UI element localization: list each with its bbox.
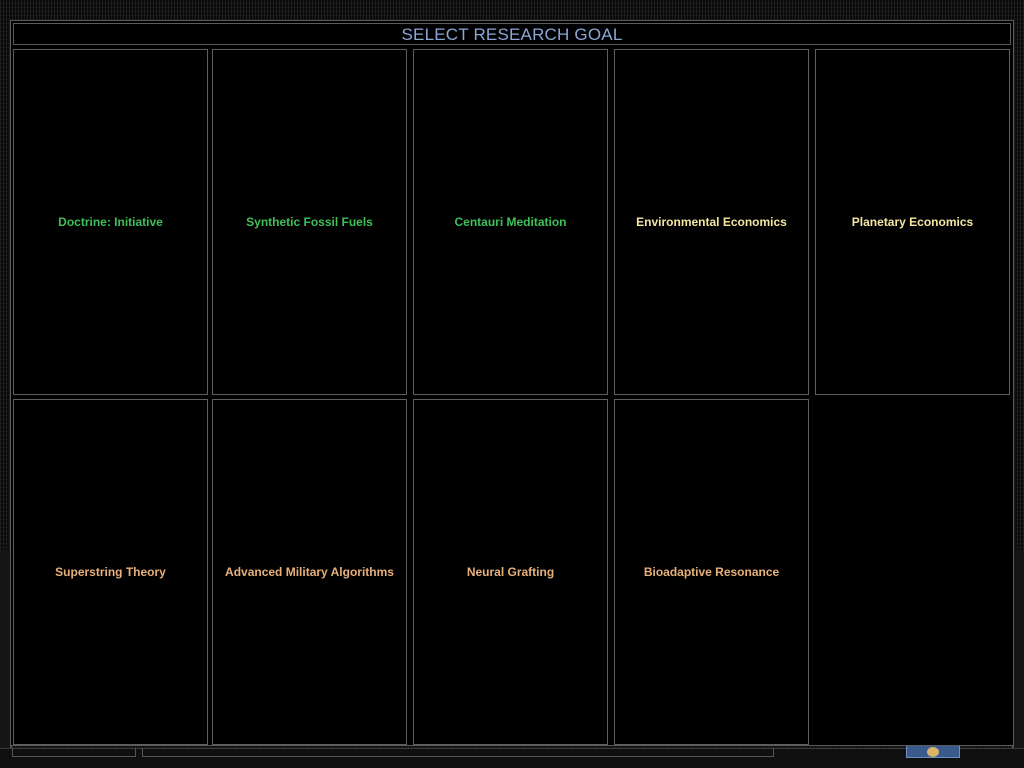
goal-label: Centauri Meditation	[454, 215, 567, 229]
goal-planetary-economics[interactable]: Planetary Economics	[815, 49, 1010, 395]
goal-synthetic-fossil-fuels[interactable]: Synthetic Fossil Fuels	[212, 49, 407, 395]
background-bottom-panel-left	[12, 748, 136, 757]
goal-label: Synthetic Fossil Fuels	[246, 215, 373, 229]
dialog-title: SELECT RESEARCH GOAL	[13, 23, 1011, 45]
goal-label: Advanced Military Algorithms	[225, 565, 394, 579]
goal-advanced-military-algorithms[interactable]: Advanced Military Algorithms	[212, 399, 407, 745]
goal-centauri-meditation[interactable]: Centauri Meditation	[413, 49, 608, 395]
goal-label: Bioadaptive Resonance	[643, 565, 780, 579]
goal-neural-grafting[interactable]: Neural Grafting	[413, 399, 608, 745]
research-goal-dialog: SELECT RESEARCH GOAL Doctrine: Initiativ…	[10, 20, 1014, 746]
goal-bioadaptive-resonance[interactable]: Bioadaptive Resonance	[614, 399, 809, 745]
goal-doctrine-initiative[interactable]: Doctrine: Initiative	[13, 49, 208, 395]
goal-superstring-theory[interactable]: Superstring Theory	[13, 399, 208, 745]
goal-label: Environmental Economics	[636, 215, 787, 229]
background-bottom-panel-middle	[142, 748, 774, 757]
goal-label: Doctrine: Initiative	[58, 215, 163, 229]
goal-label: Neural Grafting	[466, 565, 555, 579]
goal-label: Superstring Theory	[55, 565, 166, 579]
goal-label: Planetary Economics	[851, 215, 974, 229]
goal-environmental-economics[interactable]: Environmental Economics	[614, 49, 809, 395]
research-goal-grid: Doctrine: Initiative Synthetic Fossil Fu…	[13, 49, 1013, 747]
